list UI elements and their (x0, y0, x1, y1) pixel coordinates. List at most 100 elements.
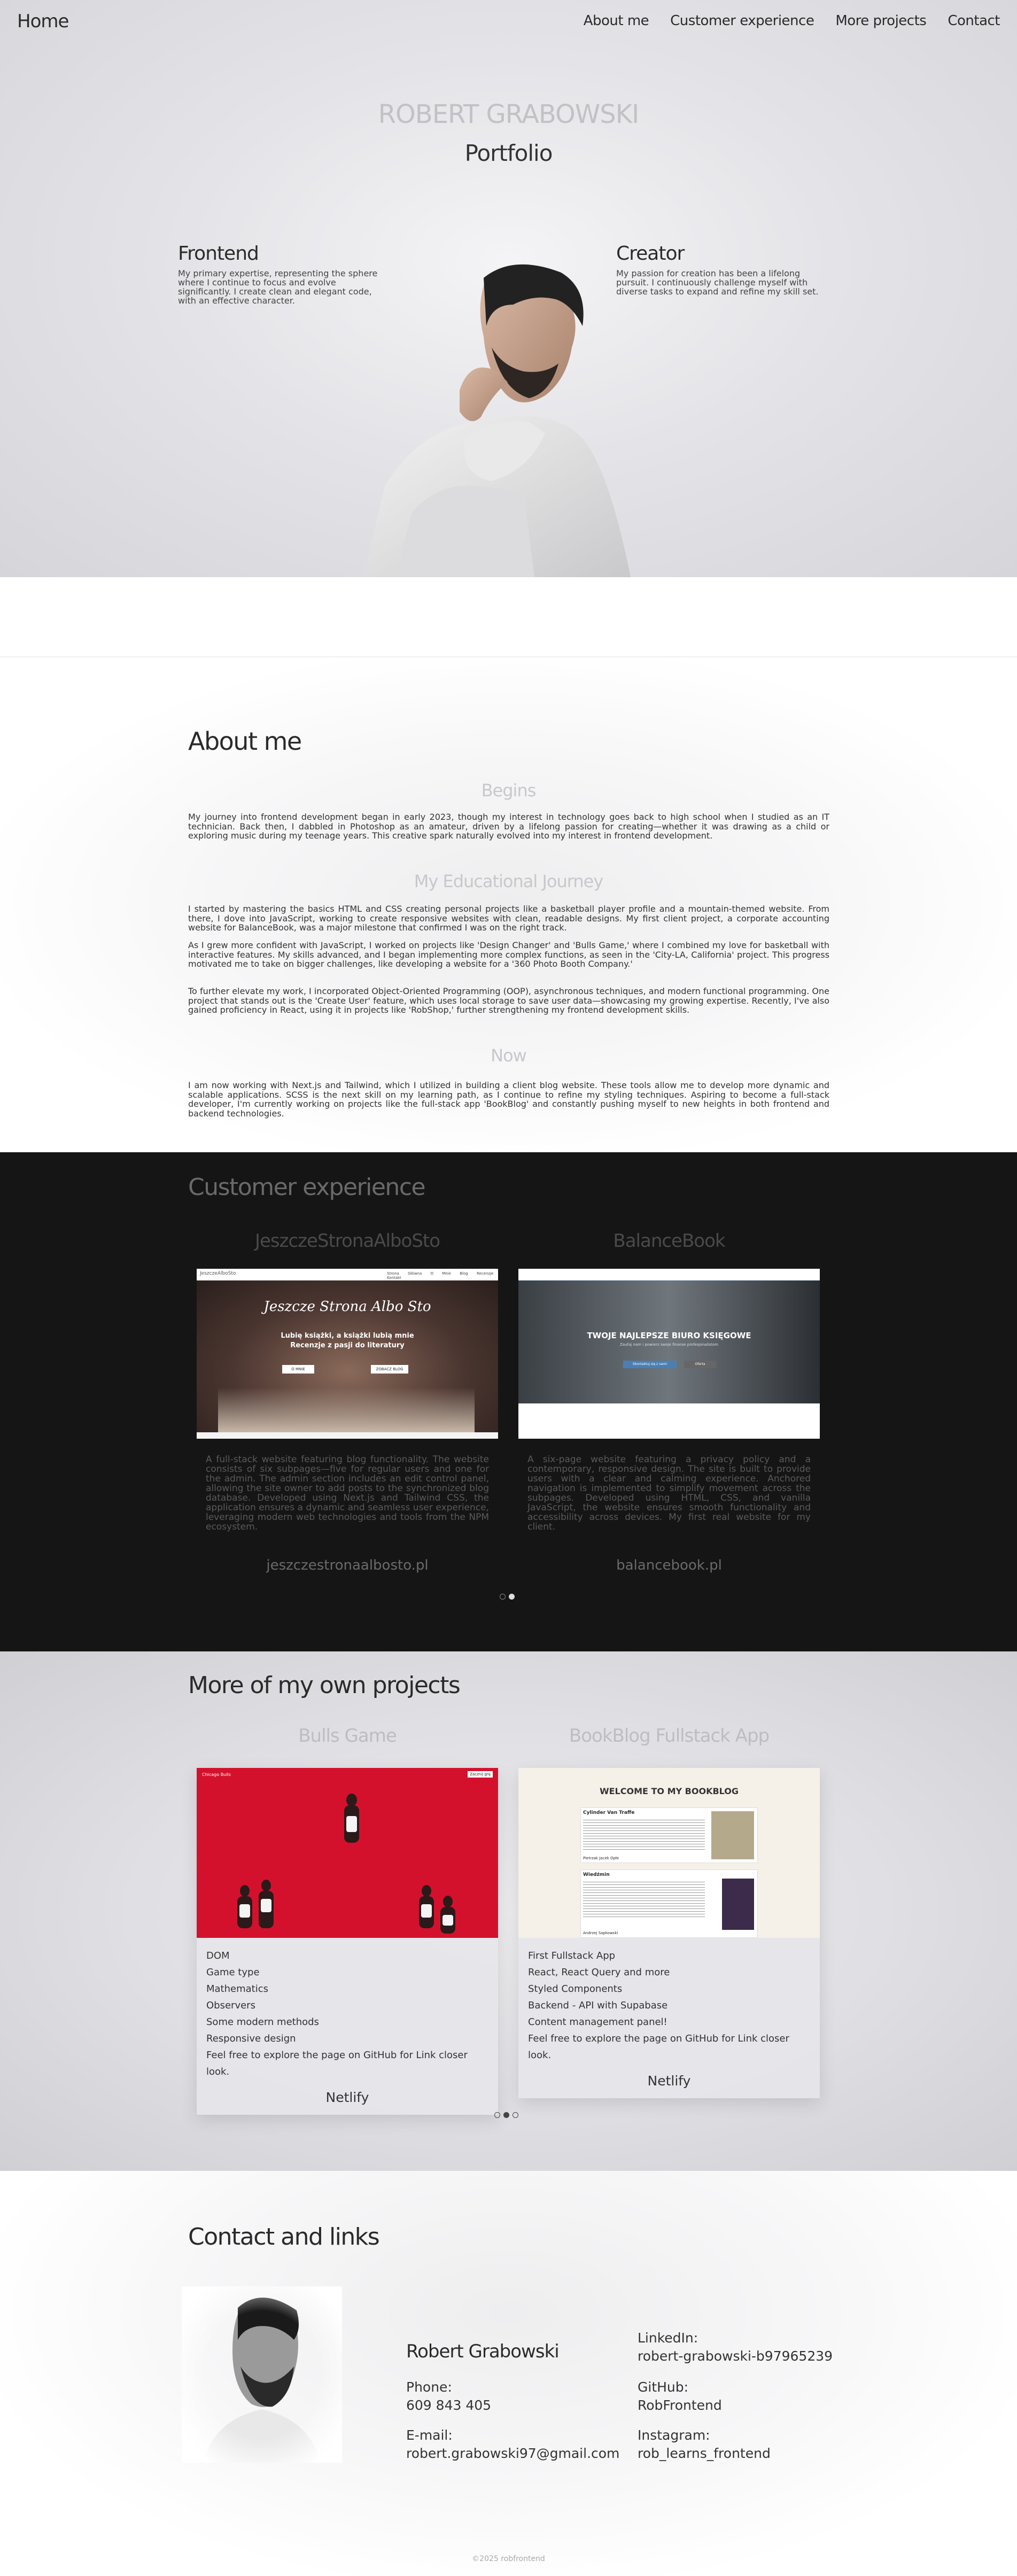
project-link-1[interactable]: Netlify (197, 2080, 498, 2115)
carousel-dot[interactable] (500, 1594, 506, 1600)
shot2-headline: TWOJE NAJLEPSZE BIURO KSIĘGOWE (587, 1331, 751, 1340)
customer-desc-2: A six-page website featuring a privacy p… (527, 1454, 811, 1532)
project-feature: Styled Components (528, 1983, 623, 1995)
contact-phone[interactable]: 609 843 405 (406, 2396, 491, 2415)
section-gap (0, 577, 1017, 657)
shot2-btn2: Oferta (684, 1361, 716, 1368)
customer-link-2[interactable]: balancebook.pl (518, 1557, 820, 1573)
shot1-headline: Jeszcze Strona Albo Sto (263, 1299, 431, 1315)
contact-github-label: GitHub: (638, 2379, 689, 2395)
shot4-text-lines (583, 1820, 705, 1852)
customer-screenshot-1[interactable]: JeszczeAlboSto Strona Główna O Mnie Blog… (197, 1269, 498, 1439)
project-card-1: Chicago Bulls Zacznij grę DOM Game type … (197, 1768, 498, 2115)
project-features-2: First Fullstack App React, React Query a… (518, 1938, 820, 2063)
about-heading-begins: Begins (481, 780, 537, 801)
project-title-2: BookBlog Fullstack App (569, 1725, 770, 1747)
basketball-players-image (237, 1794, 455, 1934)
about-title: About me (188, 727, 302, 756)
projects-carousel-dots (494, 2112, 518, 2118)
about-section: About me Begins My journey into frontend… (0, 658, 1017, 1152)
shot1-menu-item: Strona Główna (387, 1271, 422, 1276)
project-card-2: WELCOME TO MY BOOKBLOG Cylinder Van Traf… (518, 1768, 820, 2098)
portrait-image (363, 264, 631, 577)
hero-left-title: Frontend (178, 243, 259, 265)
project-feature: Mathematics (206, 1983, 268, 1995)
project-link-2[interactable]: Netlify (518, 2063, 820, 2098)
contact-title: Contact and links (188, 2223, 380, 2251)
carousel-dot[interactable] (513, 2112, 518, 2118)
project-title-1: Bulls Game (298, 1725, 397, 1747)
customer-desc-1: A full-stack website featuring blog func… (206, 1454, 489, 1532)
shot1-book-image (218, 1387, 475, 1432)
contact-instagram-label: Instagram: (638, 2427, 710, 2443)
customer-card-title-2: BalanceBook (613, 1230, 725, 1252)
customer-link-1[interactable]: jeszczestronaalbosto.pl (197, 1557, 498, 1573)
project-screenshot-1[interactable]: Chicago Bulls Zacznij grę (197, 1768, 498, 1938)
nav-links: About me Customer experience More projec… (584, 13, 1000, 29)
carousel-dot-active[interactable] (509, 1594, 515, 1600)
shot1-hero: Jeszcze Strona Albo Sto Lubię książki, a… (197, 1281, 498, 1432)
customer-experience-title: Customer experience (188, 1174, 426, 1201)
shot1-btn2: ZOBACZ BLOG (371, 1365, 408, 1374)
nav-link-contact[interactable]: Contact (948, 13, 1000, 29)
hero-section: ROBERT GRABOWSKI Portfolio Frontend My p… (0, 0, 1017, 577)
shot4-post-1: Cylinder Van Traffe Pietrzak Jacek Opłe (580, 1807, 758, 1863)
customer-screenshot-2[interactable]: TWOJE NAJLEPSZE BIURO KSIĘGOWE Zaufaj na… (518, 1269, 820, 1439)
contact-email-label: E-mail: (406, 2427, 453, 2443)
projects-title: More of my own projects (188, 1672, 461, 1699)
shot1-menu-item: O Mnie (430, 1271, 451, 1276)
carousel-dot-active[interactable] (503, 2112, 509, 2118)
project-feature: Feel free to explore the page on GitHub … (528, 2033, 789, 2061)
project-feature: DOM (206, 1950, 230, 1961)
project-feature: First Fullstack App (528, 1950, 616, 1961)
project-feature: React, React Query and more (528, 1967, 670, 1978)
projects-section: More of my own projects Bulls Game Chica… (0, 1651, 1017, 2171)
shot1-logo: JeszczeAlboSto (200, 1271, 236, 1276)
carousel-dot[interactable] (494, 2112, 500, 2118)
shot4-header: WELCOME TO MY BOOKBLOG (599, 1786, 739, 1796)
about-text-now: I am now working with Next.js and Tailwi… (188, 1080, 829, 1119)
about-heading-now: Now (491, 1045, 527, 1066)
shot1-btn1: O MNIE (282, 1365, 314, 1374)
shot2-features (518, 1403, 820, 1439)
shot1-menu: Strona Główna O Mnie Blog Recenzje Konta… (387, 1271, 498, 1280)
hero-subtitle: Portfolio (464, 140, 553, 166)
shot2-sub: Zaufaj nam i powierz swoje finanse profe… (620, 1343, 718, 1347)
project-screenshot-2[interactable]: WELCOME TO MY BOOKBLOG Cylinder Van Traf… (518, 1768, 820, 1938)
project-features-1: DOM Game type Mathematics Observers Some… (197, 1938, 498, 2080)
contact-github[interactable]: RobFrontend (638, 2396, 722, 2415)
project-feature: Content management panel! (528, 2016, 667, 2028)
project-feature: Observers (206, 2000, 255, 2011)
shot4-book-cover (711, 1811, 754, 1859)
top-nav: Home About me Customer experience More p… (0, 0, 1017, 43)
shot2-navbar (518, 1269, 820, 1281)
shot1-navbar: JeszczeAlboSto Strona Główna O Mnie Blog… (197, 1269, 498, 1281)
shot4-author-2: Andrzej Sapkowski (583, 1931, 618, 1935)
shot1-footer (197, 1432, 498, 1439)
nav-link-customer-experience[interactable]: Customer experience (670, 13, 814, 29)
customer-carousel-dots (500, 1594, 515, 1600)
contact-linkedin-label: LinkedIn: (638, 2330, 698, 2346)
nav-link-more-projects[interactable]: More projects (835, 13, 927, 29)
shot1-menu-item: Kontakt (387, 1276, 401, 1280)
contact-section: Contact and links Robert Grabowski Phone… (0, 2171, 1017, 2576)
contact-name: Robert Grabowski (406, 2341, 560, 2362)
about-text-education-3: To further elevate my work, I incorporat… (188, 986, 829, 1015)
contact-portrait-image (182, 2286, 342, 2463)
nav-home-link[interactable]: Home (17, 11, 69, 32)
contact-email[interactable]: robert.grabowski97@gmail.com (406, 2445, 619, 2463)
about-heading-education: My Educational Journey (414, 871, 604, 891)
project-feature: Responsive design (206, 2033, 296, 2044)
about-text-education-1: I started by mastering the basics HTML a… (188, 904, 829, 933)
contact-instagram[interactable]: rob_learns_frontend (638, 2445, 771, 2463)
about-text-begins: My journey into frontend development beg… (188, 812, 829, 841)
shot2-hero: TWOJE NAJLEPSZE BIURO KSIĘGOWE Zaufaj na… (518, 1281, 820, 1403)
nav-link-about[interactable]: About me (584, 13, 649, 29)
project-feature: Some modern methods (206, 2016, 319, 2028)
shot4-post-2: Wiedźmin Andrzej Sapkowski (580, 1869, 758, 1938)
shot4-text-lines (583, 1882, 705, 1919)
contact-linkedin[interactable]: robert-grabowski-b97965239 (638, 2347, 833, 2365)
about-text-education-2: As I grew more confident with JavaScript… (188, 940, 829, 969)
customer-card-title-1: JeszczeStronaAlboSto (254, 1230, 440, 1252)
footer-copyright: ©2025 robfrontend (472, 2555, 545, 2563)
